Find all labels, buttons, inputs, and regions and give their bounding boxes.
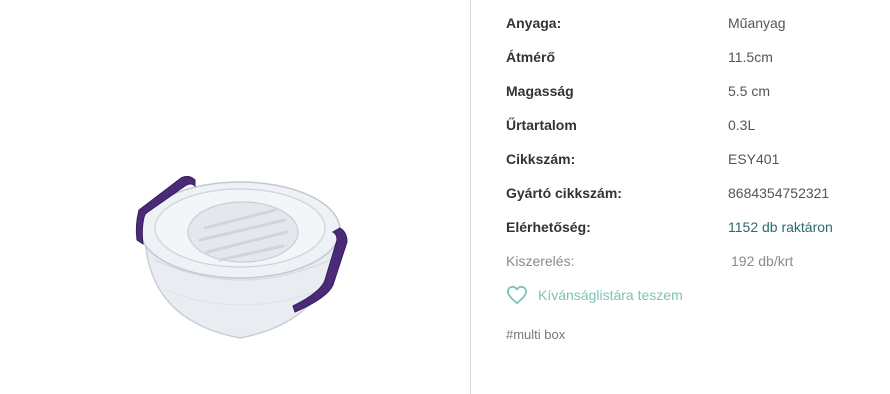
heart-outline-icon bbox=[506, 285, 527, 305]
spec-label: Magasság bbox=[506, 83, 574, 99]
spec-row-material: Anyaga: Műanyag bbox=[506, 11, 886, 35]
product-image[interactable] bbox=[125, 170, 355, 355]
spec-label: Átmérő bbox=[506, 49, 556, 65]
add-to-wishlist-button[interactable]: Kívánságlistára teszem bbox=[506, 282, 683, 308]
panel-divider bbox=[470, 0, 471, 394]
spec-value: 192 db/krt bbox=[731, 253, 794, 269]
product-image-panel bbox=[0, 0, 470, 394]
spec-value: 11.5cm bbox=[728, 49, 773, 65]
spec-row-sku: Cikkszám: ESY401 bbox=[506, 147, 886, 171]
spec-label: Űrtartalom bbox=[506, 117, 577, 133]
spec-label: Kiszerelés: bbox=[506, 253, 575, 269]
spec-value: 5.5 cm bbox=[728, 83, 771, 99]
spec-row-capacity: Űrtartalom 0.3L bbox=[506, 113, 886, 137]
spec-row-availability: Elérhetőség: 1152 db raktáron bbox=[506, 215, 886, 239]
spec-row-diameter: Átmérő 11.5cm bbox=[506, 45, 886, 69]
spec-value: 8684354752321 bbox=[728, 185, 830, 201]
wishlist-label: Kívánságlistára teszem bbox=[538, 287, 683, 303]
spec-label: Elérhetőség: bbox=[506, 219, 591, 235]
product-tag-link[interactable]: #multi box bbox=[506, 325, 565, 345]
spec-value: 0.3L bbox=[728, 117, 756, 133]
spec-row-height: Magasság 5.5 cm bbox=[506, 79, 886, 103]
spec-value: ESY401 bbox=[728, 151, 780, 167]
spec-row-packaging: Kiszerelés: 192 db/krt bbox=[506, 249, 886, 273]
spec-label: Gyártó cikkszám: bbox=[506, 185, 622, 201]
spec-value: Műanyag bbox=[728, 15, 786, 31]
spec-label: Anyaga: bbox=[506, 15, 562, 31]
spec-row-manufacturer-sku: Gyártó cikkszám: 8684354752321 bbox=[506, 181, 886, 205]
stock-status: 1152 db raktáron bbox=[728, 219, 833, 235]
spec-label: Cikkszám: bbox=[506, 151, 576, 167]
